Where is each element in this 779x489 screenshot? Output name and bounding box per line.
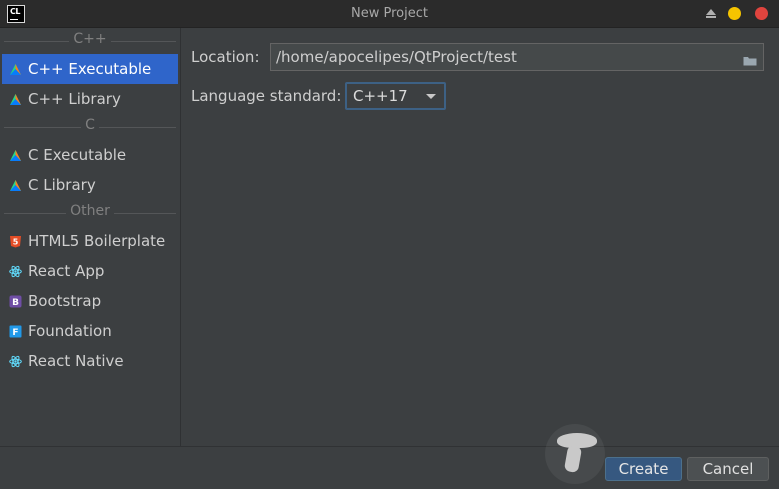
clion-triangle-icon [9, 179, 22, 192]
group-header-other: Other [0, 200, 180, 226]
clion-triangle-icon [9, 63, 22, 76]
cancel-button[interactable]: Cancel [687, 457, 769, 481]
maximize-icon[interactable] [706, 9, 716, 18]
sidebar-item-label: C++ Executable [28, 60, 152, 78]
clion-triangle-icon [9, 93, 22, 106]
window-title: New Project [351, 6, 428, 21]
react-icon [9, 355, 22, 368]
group-header-cpp: C++ [0, 28, 180, 54]
folder-browse-icon[interactable] [743, 52, 757, 66]
sidebar-item-c-library[interactable]: C Library [0, 170, 180, 200]
location-value: /home/apocelipes/QtProject/test [276, 48, 517, 66]
bootstrap-icon: B [9, 295, 22, 308]
sidebar-item-foundation[interactable]: F Foundation [0, 316, 180, 346]
language-standard-select[interactable]: C++17 [345, 82, 446, 110]
svg-text:5: 5 [13, 237, 19, 246]
sidebar-item-react-app[interactable]: React App [0, 256, 180, 286]
create-button[interactable]: Create [605, 457, 682, 481]
location-label: Location: [191, 48, 260, 66]
language-standard-value: C++17 [353, 87, 408, 105]
sidebar-item-label: Bootstrap [28, 292, 102, 310]
svg-text:B: B [12, 298, 19, 308]
sidebar-item-c-executable[interactable]: C Executable [0, 140, 180, 170]
clion-triangle-icon [9, 149, 22, 162]
chevron-down-icon [426, 94, 436, 99]
language-standard-label: Language standard: [191, 87, 342, 105]
sidebar-item-label: React App [28, 262, 105, 280]
sidebar-item-cpp-library[interactable]: C++ Library [0, 84, 180, 114]
sidebar-item-label: HTML5 Boilerplate [28, 232, 166, 250]
sidebar-item-react-native[interactable]: React Native [0, 346, 180, 376]
sidebar-item-html5-boilerplate[interactable]: 5 HTML5 Boilerplate [0, 226, 180, 256]
html5-icon: 5 [9, 235, 22, 248]
close-button[interactable] [755, 7, 768, 20]
minimize-button[interactable] [728, 7, 741, 20]
svg-text:F: F [12, 328, 18, 338]
sidebar-item-label: Foundation [28, 322, 112, 340]
location-input[interactable]: /home/apocelipes/QtProject/test [270, 43, 764, 71]
sidebar-item-bootstrap[interactable]: B Bootstrap [0, 286, 180, 316]
sidebar-item-label: C Library [28, 176, 96, 194]
sidebar-item-cpp-executable[interactable]: C++ Executable [2, 54, 178, 84]
sidebar-item-label: C Executable [28, 146, 127, 164]
project-type-sidebar: C++ C++ Executable C++ Library C C Execu… [0, 28, 181, 446]
sidebar-item-label: C++ Library [28, 90, 121, 108]
title-bar: CL New Project [0, 0, 779, 28]
group-header-c: C [0, 114, 180, 140]
react-icon [9, 265, 22, 278]
sidebar-item-label: React Native [28, 352, 124, 370]
foundation-icon: F [9, 325, 22, 338]
